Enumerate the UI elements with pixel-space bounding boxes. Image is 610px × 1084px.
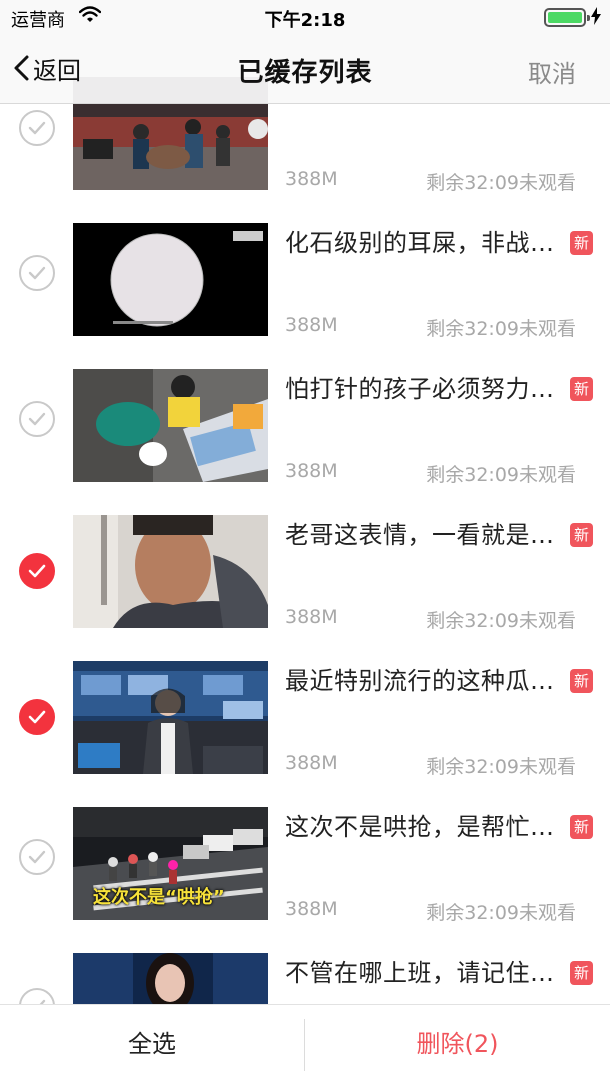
charging-bolt-icon: [591, 7, 601, 30]
remaining-time: 剩余32:09未观看: [426, 318, 576, 340]
new-badge: 新: [570, 231, 593, 255]
select-all-button[interactable]: 全选: [0, 1005, 304, 1084]
battery-icon: [544, 8, 590, 27]
select-circle-unchecked[interactable]: [19, 255, 55, 291]
navigation-bar: 返回 已缓存列表 取消: [0, 36, 610, 104]
new-badge: 新: [570, 669, 593, 693]
video-thumbnail[interactable]: 这次不是“哄抢”: [73, 807, 268, 920]
select-circle-unchecked[interactable]: [19, 988, 55, 1004]
select-circle-checked[interactable]: [19, 699, 55, 735]
new-badge: 新: [570, 523, 593, 547]
list-item[interactable]: 怕打针的孩子必须努力的背影 新 388M 剩余32:09未观看: [0, 342, 610, 488]
cached-video-list[interactable]: 388M 剩余32:09未观看 化石级别的耳屎，非战斗人员请撤离 新 388M …: [0, 0, 610, 1004]
cancel-button[interactable]: 取消: [528, 54, 576, 89]
status-time: 下午2:18: [264, 10, 346, 31]
new-badge: 新: [570, 377, 593, 401]
select-circle-unchecked[interactable]: [19, 839, 55, 875]
top-bar: 运营商 下午2:18 返回 已缓存列表 取消: [0, 0, 610, 104]
page-title: 已缓存列表: [237, 58, 373, 88]
checkmark-icon: [28, 710, 46, 724]
file-size: 388M: [285, 898, 338, 920]
cache-list-screen: 388M 剩余32:09未观看 化石级别的耳屎，非战斗人员请撤离 新 388M …: [0, 0, 610, 1084]
bottom-action-bar: 全选 删除(2): [0, 1004, 610, 1084]
select-circle-unchecked[interactable]: [19, 110, 55, 146]
file-size: 388M: [285, 460, 338, 482]
file-size: 388M: [285, 168, 338, 190]
video-title: 老哥这表情，一看就是有故事的人: [285, 521, 560, 549]
list-item[interactable]: 化石级别的耳屎，非战斗人员请撤离 新 388M 剩余32:09未观看: [0, 196, 610, 342]
checkmark-icon: [28, 266, 46, 280]
video-title: 不管在哪上班，请记住这几句话: [285, 959, 560, 987]
delete-button[interactable]: 删除(2): [305, 1005, 610, 1084]
remaining-time: 剩余32:09未观看: [426, 172, 576, 194]
video-thumbnail[interactable]: [73, 515, 268, 628]
video-title: 怕打针的孩子必须努力的背影: [285, 375, 560, 403]
list-item[interactable]: 老哥这表情，一看就是有故事的人 新 388M 剩余32:09未观看: [0, 488, 610, 634]
video-thumbnail[interactable]: [73, 223, 268, 336]
video-title: 化石级别的耳屎，非战斗人员请撤离: [285, 229, 560, 257]
video-thumbnail[interactable]: [73, 661, 268, 774]
status-bar: 运营商 下午2:18: [0, 0, 610, 36]
checkmark-icon: [28, 121, 46, 135]
checkmark-icon: [28, 564, 46, 578]
video-thumbnail[interactable]: [73, 953, 268, 1004]
remaining-time: 剩余32:09未观看: [426, 464, 576, 486]
video-title: 最近特别流行的这种瓜子，你吃过吗: [285, 667, 560, 695]
remaining-time: 剩余32:09未观看: [426, 610, 576, 632]
thumbnail-caption: 这次不是“哄抢”: [93, 887, 225, 908]
select-circle-unchecked[interactable]: [19, 401, 55, 437]
file-size: 388M: [285, 752, 338, 774]
remaining-time: 剩余32:09未观看: [426, 902, 576, 924]
new-badge: 新: [570, 961, 593, 985]
new-badge: 新: [570, 815, 593, 839]
list-item[interactable]: 不管在哪上班，请记住这几句话 新: [0, 926, 610, 1004]
remaining-time: 剩余32:09未观看: [426, 756, 576, 778]
list-item[interactable]: 最近特别流行的这种瓜子，你吃过吗 新 388M 剩余32:09未观看: [0, 634, 610, 780]
list-item[interactable]: 这次不是“哄抢” 这次不是哄抢，是帮忙捡东西 新 388M 剩余32:09未观看: [0, 780, 610, 926]
checkmark-icon: [28, 850, 46, 864]
file-size: 388M: [285, 606, 338, 628]
select-circle-checked[interactable]: [19, 553, 55, 589]
checkmark-icon: [28, 412, 46, 426]
video-title: 这次不是哄抢，是帮忙捡东西: [285, 813, 560, 841]
video-thumbnail[interactable]: [73, 369, 268, 482]
file-size: 388M: [285, 314, 338, 336]
